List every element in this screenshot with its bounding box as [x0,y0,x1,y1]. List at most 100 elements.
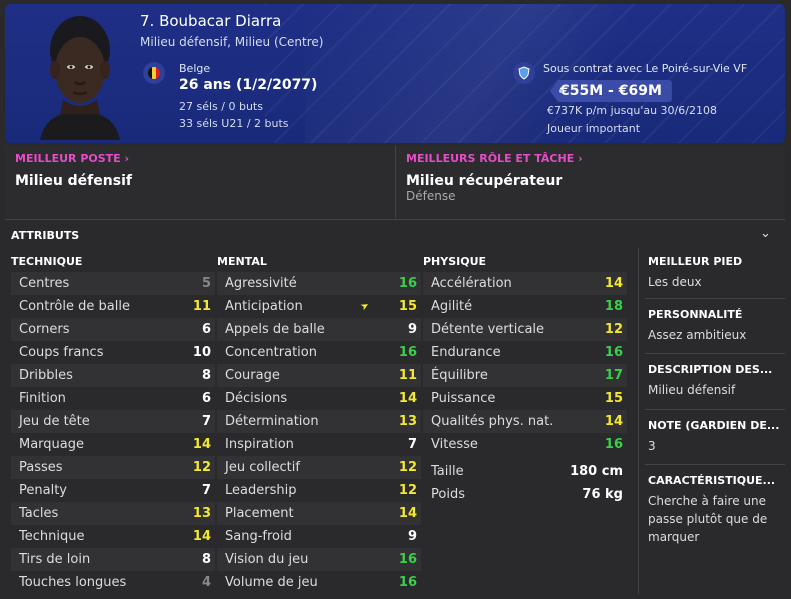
attribute-value: 6 [201,322,211,337]
attribute-value: 8 [201,552,211,567]
attribute-row[interactable]: Vision du jeu 16 [217,548,421,571]
attribute-value: 6 [201,391,211,406]
attributes-title: ATTRIBUTS [11,229,80,242]
nationality[interactable]: Belge [179,62,210,75]
chevron-down-icon[interactable]: ⌄ [760,226,771,241]
attribute-name: Penalty [19,483,67,498]
attribute-row[interactable]: Coups francs 10 [11,341,215,364]
attribute-name: Vitesse [431,437,478,452]
mental-header: MENTAL [217,255,267,268]
player-header: 7. Boubacar Diarra Milieu défensif, Mili… [5,4,785,143]
attribute-row[interactable]: Anticipation 15 ➤ [217,295,421,318]
attribute-row[interactable]: Jeu collectif 12 [217,456,421,479]
attribute-row[interactable]: Vitesse 16 [423,433,627,456]
attribute-row[interactable]: Endurance 16 [423,341,627,364]
attribute-row[interactable]: Puissance 15 [423,387,627,410]
divider [645,464,785,465]
attribute-name: Tacles [19,506,59,521]
attribute-value: 5 [201,276,211,291]
attribute-row[interactable]: Contrôle de balle 11 [11,295,215,318]
attribute-name: Marquage [19,437,85,452]
physique-list: Accélération 14 Agilité 18 Détente verticale… [423,272,627,456]
attribute-name: Contrôle de balle [19,299,130,314]
attribute-value: 11 [192,299,211,314]
attribute-name: Jeu de tête [19,414,90,429]
attribute-value: 13 [398,414,417,429]
attribute-row[interactable]: Centres 5 [11,272,215,295]
attribute-row[interactable]: Jeu de tête 7 [11,410,215,433]
attribute-row[interactable]: Finition 6 [11,387,215,410]
attribute-row[interactable]: Décisions 14 [217,387,421,410]
attribute-row[interactable]: Concentration 16 [217,341,421,364]
weight-label: Poids [431,487,465,502]
best-role-panel[interactable]: MEILLEURS RÔLE ET TÂCHE › Milieu récupér… [396,146,785,218]
contract-info[interactable]: Sous contrat avec Le Poiré-sur-Vie VF [543,62,747,75]
attribute-row[interactable]: Appels de balle 9 [217,318,421,341]
attribute-row[interactable]: Sang-froid 9 [217,525,421,548]
attribute-value: 14 [604,276,623,291]
wage-info: €737K p/m jusqu'au 30/6/2108 [547,104,717,117]
attribute-row[interactable]: Leadership 12 [217,479,421,502]
attribute-name: Puissance [431,391,496,406]
attribute-name: Coups francs [19,345,104,360]
preferred-foot-label: MEILLEUR PIED [648,255,743,268]
attribute-value: 9 [407,322,417,337]
attribute-row[interactable]: Touches longues 4 [11,571,215,594]
attribute-row[interactable]: Inspiration 7 [217,433,421,456]
attribute-row[interactable]: Agressivité 16 [217,272,421,295]
attribute-value: 7 [201,414,211,429]
attribute-row[interactable]: Placement 14 [217,502,421,525]
attribute-value: 13 [192,506,211,521]
attribute-row[interactable]: Passes 12 [11,456,215,479]
attribute-row[interactable]: Courage 11 [217,364,421,387]
divider [5,219,785,220]
best-position-panel[interactable]: MEILLEUR POSTE › Milieu défensif [5,146,395,218]
attribute-name: Anticipation [225,299,303,314]
attribute-name: Accélération [431,276,512,291]
attribute-row[interactable]: Corners 6 [11,318,215,341]
attribute-name: Courage [225,368,280,383]
personality-label: PERSONNALITÉ [648,308,743,321]
attribute-name: Détermination [225,414,319,429]
attribute-row[interactable]: Volume de jeu 16 [217,571,421,594]
attribute-row[interactable]: Détermination 13 [217,410,421,433]
attribute-row[interactable]: Accélération 14 [423,272,627,295]
international-caps: 27 séls / 0 buts [179,100,263,113]
attribute-row[interactable]: Dribbles 8 [11,364,215,387]
attribute-row[interactable]: Agilité 18 [423,295,627,318]
attribute-name: Tirs de loin [19,552,91,567]
media-description: DESCRIPTION DES... Milieu défensif [648,363,783,399]
divider [645,409,785,410]
attribute-value: 15 [398,299,417,314]
attribute-name: Technique [19,529,85,544]
attribute-row[interactable]: Tacles 13 [11,502,215,525]
attribute-value: 16 [398,345,417,360]
best-role-value: Milieu récupérateur [406,173,563,189]
attribute-row[interactable]: Tirs de loin 8 [11,548,215,571]
media-description-label: DESCRIPTION DES... [648,363,773,376]
divider [645,353,785,354]
chevron-right-icon: › [578,152,583,165]
best-role-label[interactable]: MEILLEURS RÔLE ET TÂCHE › [406,152,583,165]
value-tag: €55M - €69M [550,80,672,102]
attribute-name: Agilité [431,299,473,314]
attribute-name: Centres [19,276,70,291]
attribute-value: 9 [407,529,417,544]
attribute-value: 7 [407,437,417,452]
best-position-label[interactable]: MEILLEUR POSTE › [15,152,129,165]
attribute-row[interactable]: Marquage 14 [11,433,215,456]
squad-status: Joueur important [547,122,641,135]
attribute-row[interactable]: Détente verticale 12 [423,318,627,341]
attribute-row[interactable]: Équilibre 17 [423,364,627,387]
player-face-image [40,16,120,140]
attribute-row[interactable]: Penalty 7 [11,479,215,502]
club-badge-icon[interactable] [513,62,535,84]
attribute-value: 12 [398,483,417,498]
nationality-flag-icon[interactable] [143,62,165,84]
player-traits-value: Cherche à faire une passe plutôt que de … [648,494,768,544]
technique-header: TECHNIQUE [11,255,83,268]
media-description-value: Milieu défensif [648,383,736,397]
attribute-row[interactable]: Technique 14 [11,525,215,548]
attribute-name: Passes [19,460,63,475]
attribute-row[interactable]: Qualités phys. nat. 14 [423,410,627,433]
